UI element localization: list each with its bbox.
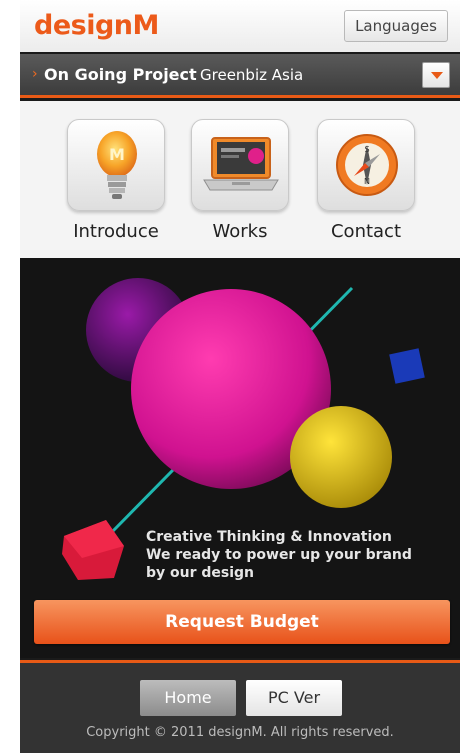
project-bar: › On Going Project Greenbiz Asia bbox=[20, 54, 460, 98]
nav-tile-contact[interactable]: S N bbox=[317, 119, 415, 211]
project-value[interactable]: Greenbiz Asia bbox=[200, 66, 303, 84]
project-dropdown-button[interactable] bbox=[422, 62, 450, 88]
nav-item-works[interactable]: Works bbox=[190, 119, 290, 242]
lightbulb-icon: M bbox=[97, 131, 137, 199]
mobile-page: designM Languages › On Going Project Gre… bbox=[20, 0, 460, 753]
nav-tile-introduce[interactable]: M bbox=[67, 119, 165, 211]
nav-label-contact: Contact bbox=[330, 221, 402, 242]
nav-item-contact[interactable]: S N Contact bbox=[316, 119, 416, 242]
logo[interactable]: designM bbox=[34, 10, 159, 41]
pc-version-button[interactable]: PC Ver bbox=[246, 680, 342, 716]
footer: Home PC Ver Copyright © 2011 designM. Al… bbox=[20, 660, 460, 753]
svg-text:N: N bbox=[364, 177, 370, 186]
hero-banner: Creative Thinking & Innovation We ready … bbox=[20, 258, 460, 658]
home-button[interactable]: Home bbox=[140, 680, 236, 716]
languages-button[interactable]: Languages bbox=[344, 10, 448, 42]
chevron-right-icon: › bbox=[32, 66, 38, 82]
nav-label-works: Works bbox=[212, 221, 268, 242]
laptop-icon bbox=[203, 137, 279, 191]
nav-label-introduce: Introduce bbox=[73, 221, 159, 242]
hero-line-3: by our design bbox=[146, 565, 255, 581]
hero-illustration bbox=[62, 278, 425, 580]
project-label: On Going Project bbox=[44, 65, 197, 84]
request-budget-button[interactable]: Request Budget bbox=[34, 600, 450, 644]
svg-text:S: S bbox=[364, 145, 369, 154]
svg-text:M: M bbox=[109, 145, 125, 164]
hero-text: Creative Thinking & Innovation We ready … bbox=[146, 528, 412, 582]
copyright-text: Copyright © 2011 designM. All rights res… bbox=[86, 725, 394, 740]
compass-icon: S N bbox=[336, 134, 398, 196]
hero-line-1: Creative Thinking & Innovation bbox=[146, 529, 392, 545]
header: designM Languages bbox=[20, 0, 460, 52]
hero-line-2: We ready to power up your brand bbox=[146, 547, 412, 563]
nav-tile-works[interactable] bbox=[191, 119, 289, 211]
main-nav: M Introduce Works S N Contact bbox=[20, 101, 460, 258]
nav-item-introduce[interactable]: M Introduce bbox=[66, 119, 166, 242]
